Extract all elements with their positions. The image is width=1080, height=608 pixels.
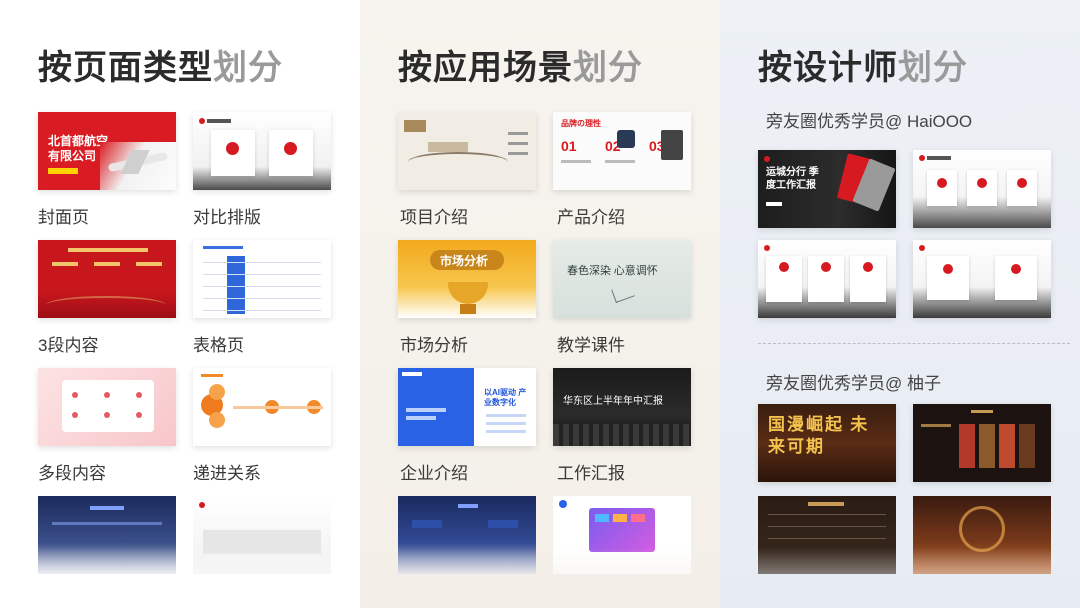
- thumbnail-designer-1-a[interactable]: 运城分行 季度工作汇报: [758, 150, 896, 228]
- thumbnail-company-intro[interactable]: 以AI驱动 产业数字化: [398, 368, 536, 446]
- caption-company-intro: 企业介绍: [400, 464, 468, 483]
- column-page-type: 按页面类型划分 北首都航空有限公司 封面页 对比排版 3段内容 表格页 多段内容…: [0, 0, 360, 608]
- thumbnail-designer-2-a[interactable]: 国漫崛起 未来可期: [758, 404, 896, 482]
- thumbnail-table-page[interactable]: [193, 240, 331, 318]
- thumbnail-designer-1-d[interactable]: [913, 240, 1051, 318]
- caption-multi-section: 多段内容: [38, 464, 106, 483]
- caption-project-intro: 项目介绍: [400, 208, 468, 227]
- thumbnail-cover-page[interactable]: 北首都航空有限公司: [38, 112, 176, 190]
- designer-label-youzi: 旁友圈优秀学员@ 柚子: [766, 374, 941, 393]
- thumbnail-teaching[interactable]: 春色深染 心意调怀: [553, 240, 691, 318]
- thumbnail-designer-1-c[interactable]: [758, 240, 896, 318]
- caption-table-page: 表格页: [193, 336, 244, 355]
- thumbnail-designer-1-b[interactable]: [913, 150, 1051, 228]
- caption-market-analysis: 市场分析: [400, 336, 468, 355]
- caption-product-intro: 产品介绍: [557, 208, 625, 227]
- section-title-designer: 按设计师划分: [758, 49, 968, 87]
- thumbnail-market-analysis[interactable]: 市场分析: [398, 240, 536, 318]
- caption-cover-page: 封面页: [38, 208, 89, 227]
- thumbnail-progression[interactable]: [193, 368, 331, 446]
- section-title-scenario: 按应用场景划分: [398, 49, 643, 87]
- caption-work-report: 工作汇报: [557, 464, 625, 483]
- section-title-page-type: 按页面类型划分: [38, 49, 283, 87]
- designer-label-haiooo: 旁友圈优秀学员@ HaiOOO: [766, 112, 973, 131]
- caption-progression: 递进关系: [193, 464, 261, 483]
- column-scenario: 按应用场景划分 项目介绍 品牌の理性 01 02 03 产品介绍 市场分析 市场…: [360, 0, 720, 608]
- caption-comparison: 对比排版: [193, 208, 261, 227]
- thumbnail-three-sections[interactable]: [38, 240, 176, 318]
- thumbnail-work-report[interactable]: 华东区上半年年中汇报: [553, 368, 691, 446]
- thumbnail-product-intro[interactable]: 品牌の理性 01 02 03: [553, 112, 691, 190]
- thumbnail-project-intro[interactable]: [398, 112, 536, 190]
- column-designer: 按设计师划分 旁友圈优秀学员@ HaiOOO 运城分行 季度工作汇报 旁友圈优秀…: [720, 0, 1080, 608]
- thumbnail-multi-section[interactable]: [38, 368, 176, 446]
- caption-three-sections: 3段内容: [38, 336, 99, 355]
- thumbnail-comparison[interactable]: [193, 112, 331, 190]
- thumbnail-designer-2-b[interactable]: [913, 404, 1051, 482]
- designer-divider: [758, 343, 1070, 344]
- caption-teaching: 教学课件: [557, 336, 625, 355]
